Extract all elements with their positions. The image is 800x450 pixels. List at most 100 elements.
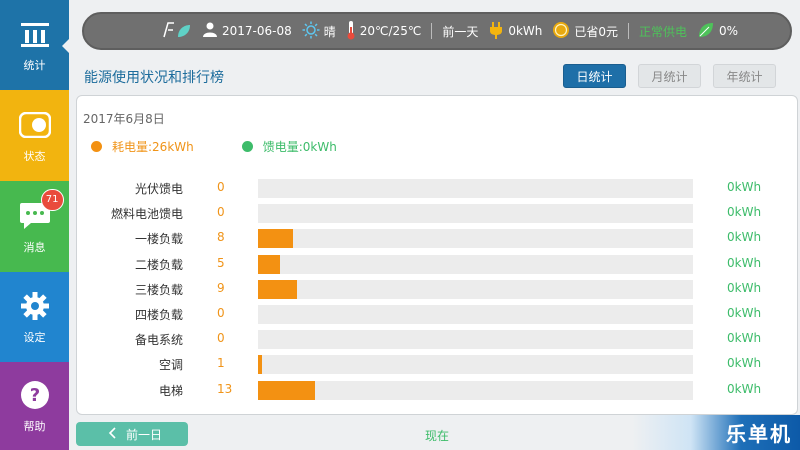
chart-row: 四楼负载 0 0kWh [77, 304, 799, 324]
tab-yearly[interactable]: 年统计 [713, 64, 776, 88]
chart-row: 空调 1 0kWh [77, 354, 799, 375]
sidebar-label-messages: 消息 [23, 240, 46, 254]
tab-daily[interactable]: 日统计 [563, 64, 626, 88]
brand-watermark: 乐单机 [632, 415, 800, 450]
feed-label: 0kWh [727, 381, 762, 396]
bar-track [258, 355, 693, 375]
bar-chart-icon [18, 17, 52, 51]
divider [628, 23, 630, 39]
sidebar-label-stats: 统计 [23, 59, 46, 72]
page-title: 能源使用状况和排行榜 [84, 70, 224, 86]
saved-money-text: 已省0元 [574, 24, 619, 39]
chart-row: 电梯 13 0kWh [77, 380, 799, 400]
bar-track [258, 179, 693, 198]
value-label: 1 [217, 356, 225, 371]
bar-track [258, 229, 693, 249]
category-label: 一楼负载 [134, 232, 183, 247]
prev-day-label: 前一日 [126, 427, 163, 442]
prev-day-text: 前一天 [442, 24, 479, 39]
period-tabs: 日统计 月统计 年统计 [563, 64, 776, 88]
sidebar-item-settings[interactable]: 设定 [0, 272, 69, 362]
gear-icon [18, 289, 52, 323]
value-label: 13 [217, 381, 233, 396]
value-label: 5 [217, 255, 225, 270]
feed-label: 0kWh [727, 280, 762, 295]
legend-feed: 馈电量:0kWh [241, 138, 337, 155]
current-date: 2017-06-08 [222, 24, 292, 38]
sidebar-label-help: 帮助 [23, 420, 46, 433]
card-date: 2017年6月8日 [83, 112, 165, 126]
sidebar: 统计 状态 71 消息 设定 ? 帮助 [0, 0, 70, 450]
chart-row: 一楼负载 8 0kWh [77, 228, 799, 249]
divider [431, 23, 433, 39]
feed-label: 0kWh [727, 205, 762, 220]
value-label: 9 [217, 280, 225, 295]
legend-feed-label: 馈电量:0kWh [262, 140, 337, 154]
bar-fill [258, 229, 293, 249]
calendar-plant-icon [162, 21, 192, 42]
chart-row: 光伏馈电 0 0kWh [77, 178, 799, 198]
weather-text: 晴 [323, 24, 336, 39]
chart-row: 备电系统 0 0kWh [77, 329, 799, 350]
top-status-bar: 2017-06-08 晴 20℃/25℃ 前一天 0kWh 已省0元 正常供电 [82, 12, 792, 50]
legend-consumption-label: 耗电量:26kWh [112, 140, 194, 154]
house-person-icon [202, 22, 218, 41]
bar-fill [258, 380, 315, 400]
value-label: 8 [217, 230, 225, 245]
category-label: 空调 [158, 358, 183, 373]
feed-label: 0kWh [727, 230, 762, 245]
question-icon: ? [18, 378, 52, 412]
category-label: 二楼负载 [134, 257, 183, 272]
bar-fill [258, 355, 263, 375]
bar-fill [258, 279, 298, 299]
toggle-icon [18, 108, 52, 142]
legend-consumption-dot [91, 141, 102, 152]
brand-text: 乐单机 [726, 422, 792, 446]
legend-feed-dot [241, 141, 253, 152]
temperature-text: 20℃/25℃ [359, 24, 422, 38]
feed-label: 0kWh [727, 255, 762, 270]
prev-day-button[interactable]: 前一日 [76, 422, 188, 446]
supply-status-text: 正常供电 [639, 24, 688, 39]
value-label: 0 [217, 331, 225, 346]
chevron-left-icon [108, 426, 116, 442]
bar-track [258, 305, 693, 324]
feed-label: 0kWh [727, 306, 762, 320]
category-label: 三楼负载 [134, 282, 183, 297]
bar-track [258, 330, 693, 350]
feed-label: 0kWh [727, 331, 762, 346]
power-text: 0kWh [508, 24, 543, 38]
plug-icon [488, 21, 504, 42]
value-label: 0 [217, 205, 225, 220]
chart-row: 三楼负载 9 0kWh [77, 279, 799, 299]
category-label: 燃料电池馈电 [110, 207, 183, 222]
thermometer-icon [346, 20, 356, 43]
category-label: 备电系统 [134, 333, 183, 348]
feed-label: 0kWh [727, 356, 762, 371]
bar-track [258, 279, 693, 299]
coin-icon [552, 21, 570, 42]
value-label: 0 [217, 180, 225, 194]
category-label: 电梯 [158, 383, 183, 398]
value-label: 0 [217, 306, 225, 320]
chat-icon: 71 [18, 188, 64, 233]
sidebar-item-stats[interactable]: 统计 [0, 0, 70, 90]
energy-card: 2017年6月8日 耗电量:26kWh 馈电量:0kWh 光伏馈电 0 0kWh 燃料… [76, 95, 798, 415]
bar-fill [258, 254, 280, 274]
percent-text: 0% [719, 24, 739, 38]
bar-track [258, 380, 693, 400]
sidebar-item-status[interactable]: 状态 [0, 90, 69, 181]
message-count-badge: 71 [40, 188, 64, 211]
now-button[interactable]: 现在 [425, 427, 449, 444]
legend-consumption: 耗电量:26kWh [91, 138, 194, 155]
sidebar-label-status: 状态 [23, 149, 46, 163]
category-label: 四楼负载 [134, 308, 183, 322]
sidebar-item-help[interactable]: ? 帮助 [0, 362, 69, 450]
chart-row: 燃料电池馈电 0 0kWh [77, 203, 799, 224]
bar-track [258, 204, 693, 224]
bar-track [258, 254, 693, 274]
sidebar-label-settings: 设定 [23, 331, 46, 344]
sidebar-item-messages[interactable]: 71 消息 [0, 181, 69, 272]
sunny-icon [302, 21, 320, 42]
tab-monthly[interactable]: 月统计 [638, 64, 701, 88]
